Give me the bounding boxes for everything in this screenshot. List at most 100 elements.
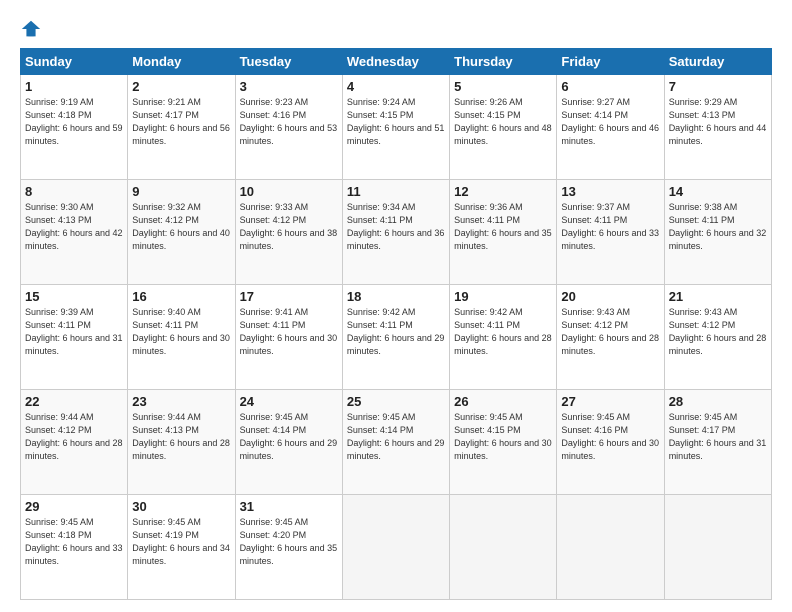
day-info: Sunrise: 9:45 AMSunset: 4:14 PMDaylight:… (240, 411, 338, 463)
day-info: Sunrise: 9:30 AMSunset: 4:13 PMDaylight:… (25, 201, 123, 253)
day-number: 24 (240, 394, 338, 409)
weekday-header-cell: Sunday (21, 49, 128, 75)
calendar-day-cell: 29 Sunrise: 9:45 AMSunset: 4:18 PMDaylig… (21, 495, 128, 600)
calendar-day-cell: 19 Sunrise: 9:42 AMSunset: 4:11 PMDaylig… (450, 285, 557, 390)
day-info: Sunrise: 9:45 AMSunset: 4:16 PMDaylight:… (561, 411, 659, 463)
calendar-day-cell: 22 Sunrise: 9:44 AMSunset: 4:12 PMDaylig… (21, 390, 128, 495)
day-number: 25 (347, 394, 445, 409)
day-info: Sunrise: 9:42 AMSunset: 4:11 PMDaylight:… (347, 306, 445, 358)
day-number: 12 (454, 184, 552, 199)
day-info: Sunrise: 9:43 AMSunset: 4:12 PMDaylight:… (561, 306, 659, 358)
day-info: Sunrise: 9:26 AMSunset: 4:15 PMDaylight:… (454, 96, 552, 148)
day-info: Sunrise: 9:19 AMSunset: 4:18 PMDaylight:… (25, 96, 123, 148)
calendar-day-cell: 10 Sunrise: 9:33 AMSunset: 4:12 PMDaylig… (235, 180, 342, 285)
header (20, 18, 772, 40)
day-number: 14 (669, 184, 767, 199)
weekday-header-cell: Wednesday (342, 49, 449, 75)
day-number: 26 (454, 394, 552, 409)
day-number: 7 (669, 79, 767, 94)
calendar-day-cell: 6 Sunrise: 9:27 AMSunset: 4:14 PMDayligh… (557, 75, 664, 180)
day-info: Sunrise: 9:43 AMSunset: 4:12 PMDaylight:… (669, 306, 767, 358)
day-number: 15 (25, 289, 123, 304)
calendar-body: 1 Sunrise: 9:19 AMSunset: 4:18 PMDayligh… (21, 75, 772, 600)
calendar-day-cell (342, 495, 449, 600)
weekday-header-row: SundayMondayTuesdayWednesdayThursdayFrid… (21, 49, 772, 75)
logo-icon (20, 18, 42, 40)
day-info: Sunrise: 9:41 AMSunset: 4:11 PMDaylight:… (240, 306, 338, 358)
weekday-header-cell: Saturday (664, 49, 771, 75)
calendar-day-cell: 23 Sunrise: 9:44 AMSunset: 4:13 PMDaylig… (128, 390, 235, 495)
day-number: 17 (240, 289, 338, 304)
day-info: Sunrise: 9:42 AMSunset: 4:11 PMDaylight:… (454, 306, 552, 358)
calendar-week-row: 8 Sunrise: 9:30 AMSunset: 4:13 PMDayligh… (21, 180, 772, 285)
calendar-day-cell: 25 Sunrise: 9:45 AMSunset: 4:14 PMDaylig… (342, 390, 449, 495)
calendar-day-cell: 28 Sunrise: 9:45 AMSunset: 4:17 PMDaylig… (664, 390, 771, 495)
calendar-day-cell (557, 495, 664, 600)
calendar-day-cell: 16 Sunrise: 9:40 AMSunset: 4:11 PMDaylig… (128, 285, 235, 390)
day-info: Sunrise: 9:34 AMSunset: 4:11 PMDaylight:… (347, 201, 445, 253)
calendar-week-row: 22 Sunrise: 9:44 AMSunset: 4:12 PMDaylig… (21, 390, 772, 495)
day-number: 8 (25, 184, 123, 199)
calendar-day-cell: 8 Sunrise: 9:30 AMSunset: 4:13 PMDayligh… (21, 180, 128, 285)
calendar-day-cell: 31 Sunrise: 9:45 AMSunset: 4:20 PMDaylig… (235, 495, 342, 600)
calendar-day-cell: 26 Sunrise: 9:45 AMSunset: 4:15 PMDaylig… (450, 390, 557, 495)
calendar-day-cell: 3 Sunrise: 9:23 AMSunset: 4:16 PMDayligh… (235, 75, 342, 180)
calendar-day-cell: 4 Sunrise: 9:24 AMSunset: 4:15 PMDayligh… (342, 75, 449, 180)
calendar-day-cell: 24 Sunrise: 9:45 AMSunset: 4:14 PMDaylig… (235, 390, 342, 495)
day-number: 19 (454, 289, 552, 304)
day-number: 13 (561, 184, 659, 199)
calendar-day-cell: 9 Sunrise: 9:32 AMSunset: 4:12 PMDayligh… (128, 180, 235, 285)
calendar-day-cell: 21 Sunrise: 9:43 AMSunset: 4:12 PMDaylig… (664, 285, 771, 390)
day-info: Sunrise: 9:44 AMSunset: 4:13 PMDaylight:… (132, 411, 230, 463)
calendar-day-cell: 20 Sunrise: 9:43 AMSunset: 4:12 PMDaylig… (557, 285, 664, 390)
day-info: Sunrise: 9:27 AMSunset: 4:14 PMDaylight:… (561, 96, 659, 148)
calendar-week-row: 1 Sunrise: 9:19 AMSunset: 4:18 PMDayligh… (21, 75, 772, 180)
day-info: Sunrise: 9:40 AMSunset: 4:11 PMDaylight:… (132, 306, 230, 358)
day-number: 10 (240, 184, 338, 199)
day-info: Sunrise: 9:38 AMSunset: 4:11 PMDaylight:… (669, 201, 767, 253)
page: SundayMondayTuesdayWednesdayThursdayFrid… (0, 0, 792, 612)
day-info: Sunrise: 9:45 AMSunset: 4:15 PMDaylight:… (454, 411, 552, 463)
calendar-day-cell: 2 Sunrise: 9:21 AMSunset: 4:17 PMDayligh… (128, 75, 235, 180)
calendar-day-cell: 1 Sunrise: 9:19 AMSunset: 4:18 PMDayligh… (21, 75, 128, 180)
calendar-day-cell: 11 Sunrise: 9:34 AMSunset: 4:11 PMDaylig… (342, 180, 449, 285)
day-number: 20 (561, 289, 659, 304)
day-info: Sunrise: 9:29 AMSunset: 4:13 PMDaylight:… (669, 96, 767, 148)
day-info: Sunrise: 9:33 AMSunset: 4:12 PMDaylight:… (240, 201, 338, 253)
day-info: Sunrise: 9:21 AMSunset: 4:17 PMDaylight:… (132, 96, 230, 148)
day-number: 21 (669, 289, 767, 304)
calendar-day-cell: 5 Sunrise: 9:26 AMSunset: 4:15 PMDayligh… (450, 75, 557, 180)
weekday-header-cell: Monday (128, 49, 235, 75)
day-info: Sunrise: 9:45 AMSunset: 4:19 PMDaylight:… (132, 516, 230, 568)
day-info: Sunrise: 9:23 AMSunset: 4:16 PMDaylight:… (240, 96, 338, 148)
calendar-day-cell (664, 495, 771, 600)
calendar-day-cell: 13 Sunrise: 9:37 AMSunset: 4:11 PMDaylig… (557, 180, 664, 285)
day-number: 23 (132, 394, 230, 409)
day-info: Sunrise: 9:36 AMSunset: 4:11 PMDaylight:… (454, 201, 552, 253)
calendar-day-cell: 12 Sunrise: 9:36 AMSunset: 4:11 PMDaylig… (450, 180, 557, 285)
day-info: Sunrise: 9:37 AMSunset: 4:11 PMDaylight:… (561, 201, 659, 253)
calendar-day-cell: 27 Sunrise: 9:45 AMSunset: 4:16 PMDaylig… (557, 390, 664, 495)
weekday-header-cell: Tuesday (235, 49, 342, 75)
day-number: 16 (132, 289, 230, 304)
day-number: 31 (240, 499, 338, 514)
day-number: 28 (669, 394, 767, 409)
calendar-week-row: 15 Sunrise: 9:39 AMSunset: 4:11 PMDaylig… (21, 285, 772, 390)
day-number: 27 (561, 394, 659, 409)
calendar-day-cell: 18 Sunrise: 9:42 AMSunset: 4:11 PMDaylig… (342, 285, 449, 390)
day-number: 3 (240, 79, 338, 94)
calendar-day-cell: 7 Sunrise: 9:29 AMSunset: 4:13 PMDayligh… (664, 75, 771, 180)
day-info: Sunrise: 9:45 AMSunset: 4:14 PMDaylight:… (347, 411, 445, 463)
day-info: Sunrise: 9:32 AMSunset: 4:12 PMDaylight:… (132, 201, 230, 253)
day-number: 11 (347, 184, 445, 199)
day-number: 2 (132, 79, 230, 94)
day-info: Sunrise: 9:24 AMSunset: 4:15 PMDaylight:… (347, 96, 445, 148)
day-info: Sunrise: 9:45 AMSunset: 4:17 PMDaylight:… (669, 411, 767, 463)
calendar-day-cell: 17 Sunrise: 9:41 AMSunset: 4:11 PMDaylig… (235, 285, 342, 390)
day-number: 1 (25, 79, 123, 94)
calendar-week-row: 29 Sunrise: 9:45 AMSunset: 4:18 PMDaylig… (21, 495, 772, 600)
day-number: 5 (454, 79, 552, 94)
calendar-day-cell: 15 Sunrise: 9:39 AMSunset: 4:11 PMDaylig… (21, 285, 128, 390)
calendar-day-cell: 14 Sunrise: 9:38 AMSunset: 4:11 PMDaylig… (664, 180, 771, 285)
day-info: Sunrise: 9:39 AMSunset: 4:11 PMDaylight:… (25, 306, 123, 358)
